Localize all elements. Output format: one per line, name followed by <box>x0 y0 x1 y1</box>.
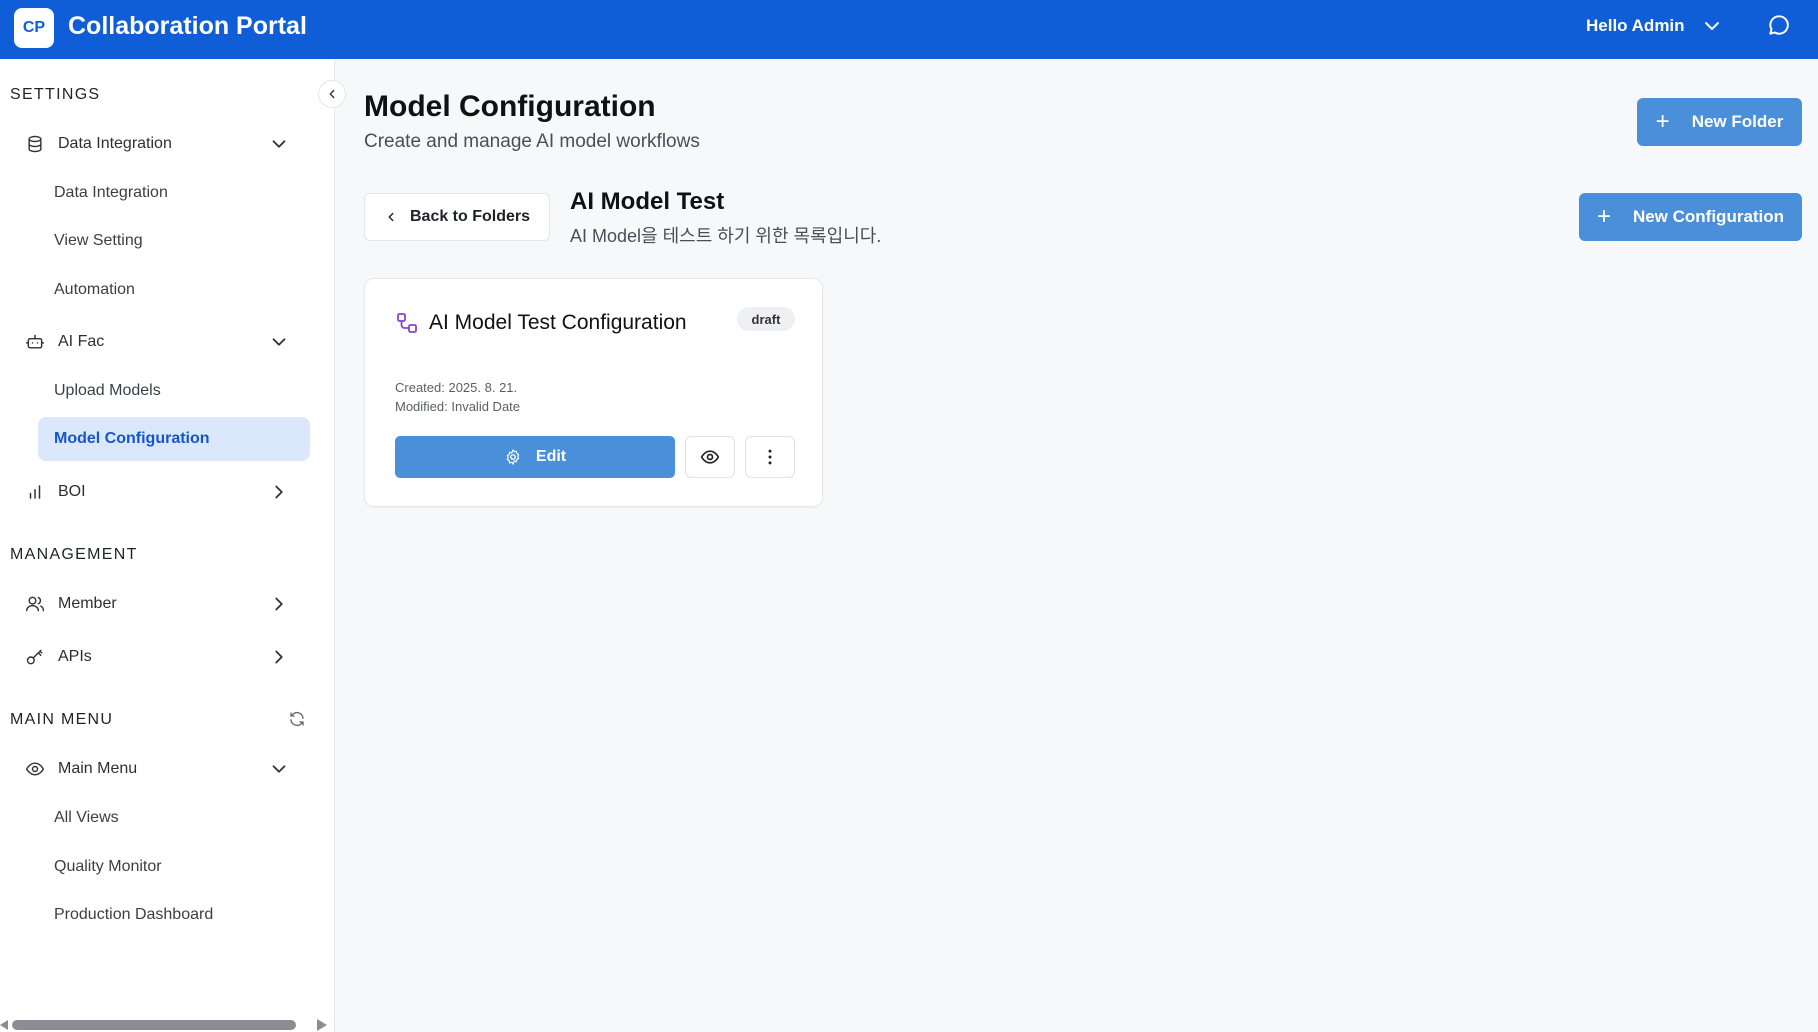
view-button[interactable] <box>685 436 735 478</box>
key-icon <box>24 646 46 668</box>
sidebar-group-member[interactable]: Member <box>24 584 300 624</box>
chevron-left-icon <box>329 89 335 99</box>
configuration-title: AI Model Test Configuration <box>429 311 687 334</box>
database-icon <box>24 133 46 155</box>
new-folder-button[interactable]: + New Folder <box>1637 98 1802 146</box>
app-title[interactable]: Collaboration Portal <box>68 12 307 41</box>
folder-description: AI Model을 테스트 하기 위한 목록입니다. <box>570 226 882 246</box>
back-to-folders-button[interactable]: Back to Folders <box>364 193 550 241</box>
edit-button[interactable]: Edit <box>395 436 675 478</box>
edit-label: Edit <box>535 448 567 465</box>
refresh-icon[interactable] <box>288 710 306 728</box>
users-icon <box>24 593 46 615</box>
sidebar-item-automation[interactable]: Automation <box>38 268 310 312</box>
chevron-down-icon <box>272 338 286 346</box>
app-logo[interactable]: CP <box>14 8 54 48</box>
scroll-right-arrow-icon[interactable] <box>315 1019 327 1031</box>
status-badge: draft <box>737 307 795 331</box>
sidebar-item-data-integration[interactable]: Data Integration <box>38 171 310 215</box>
user-menu-label[interactable]: Hello Admin <box>1586 16 1685 36</box>
robot-icon <box>24 331 46 353</box>
sidebar-group-ai-fac[interactable]: AI Fac <box>24 322 300 362</box>
workflow-icon <box>397 313 417 333</box>
sidebar-group-label: Member <box>58 595 117 612</box>
sidebar-item-all-views[interactable]: All Views <box>38 796 310 840</box>
plus-icon: + <box>1655 108 1670 135</box>
eye-icon <box>24 758 46 780</box>
modified-date: Modified: Invalid Date <box>395 399 521 414</box>
sidebar-group-label: AI Fac <box>58 333 105 350</box>
folder-title: AI Model Test <box>570 188 725 215</box>
chat-icon[interactable] <box>1766 12 1792 38</box>
section-title-management: MANAGEMENT <box>10 546 138 563</box>
sidebar-group-main-menu[interactable]: Main Menu <box>24 749 300 789</box>
back-label: Back to Folders <box>409 208 531 225</box>
chevron-down-icon <box>272 765 286 773</box>
chevron-left-icon <box>388 212 394 222</box>
page-title: Model Configuration <box>364 90 656 123</box>
new-configuration-label: New Configuration <box>1632 207 1785 226</box>
chevron-right-icon <box>275 650 283 664</box>
sidebar-group-apis[interactable]: APIs <box>24 637 300 677</box>
sidebar-group-boi[interactable]: BOI <box>24 472 300 512</box>
chevron-right-icon <box>275 485 283 499</box>
more-options-button[interactable] <box>745 436 795 478</box>
sidebar-item-quality-monitor[interactable]: Quality Monitor <box>38 845 310 889</box>
sidebar-item-upload-models[interactable]: Upload Models <box>38 369 310 413</box>
configuration-card[interactable]: AI Model Test Configuration draft Create… <box>364 278 823 507</box>
sidebar-group-label: APIs <box>58 648 92 665</box>
sidebar-group-label: BOI <box>58 483 86 500</box>
sidebar-item-view-setting[interactable]: View Setting <box>38 219 310 263</box>
top-navigation-bar: CP Collaboration Portal Hello Admin <box>0 0 1818 59</box>
chevron-right-icon <box>275 597 283 611</box>
sidebar-group-data-integration[interactable]: Data Integration <box>24 124 300 164</box>
more-vertical-icon <box>768 449 772 465</box>
new-configuration-button[interactable]: + New Configuration <box>1579 193 1802 241</box>
gear-icon <box>506 449 520 465</box>
new-folder-label: New Folder <box>1691 112 1784 131</box>
sidebar-item-model-configuration[interactable]: Model Configuration <box>38 417 310 461</box>
section-title-main-menu: MAIN MENU <box>10 711 114 728</box>
sidebar-group-label: Data Integration <box>58 135 172 152</box>
sidebar-item-production-dashboard[interactable]: Production Dashboard <box>38 893 310 937</box>
scroll-left-arrow-icon[interactable] <box>0 1020 8 1030</box>
chevron-down-icon <box>272 140 286 148</box>
bar-chart-icon <box>24 481 46 503</box>
sidebar-horizontal-scrollbar[interactable] <box>12 1020 296 1030</box>
collapse-sidebar-button[interactable] <box>318 80 346 108</box>
created-date: Created: 2025. 8. 21. <box>395 380 518 395</box>
plus-icon: + <box>1596 203 1611 230</box>
section-title-settings: SETTINGS <box>10 86 101 103</box>
chevron-down-icon[interactable] <box>1700 14 1724 38</box>
eye-icon <box>700 450 720 464</box>
page-subtitle: Create and manage AI model workflows <box>364 131 700 152</box>
sidebar-group-label: Main Menu <box>58 760 138 777</box>
